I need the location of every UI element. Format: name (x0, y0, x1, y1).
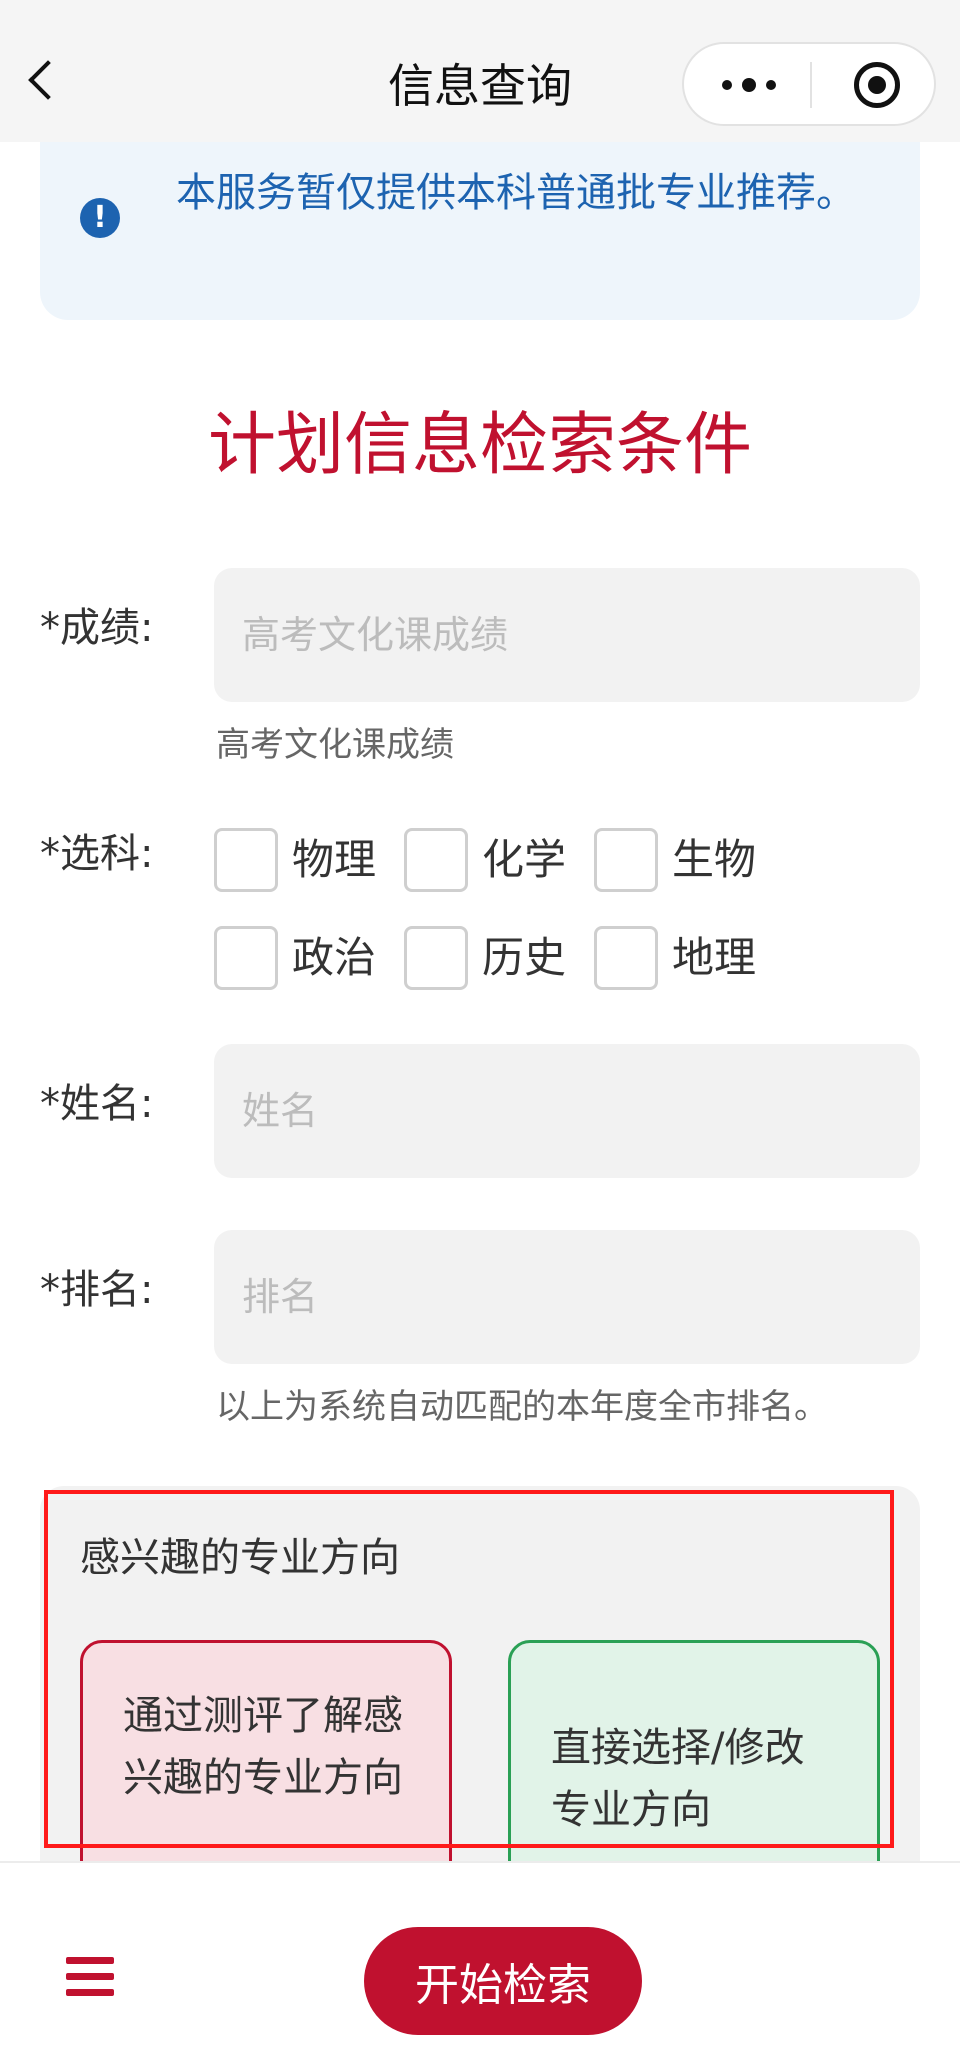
more-icon[interactable] (722, 78, 812, 94)
test-interest-button[interactable]: 通过测评了解感兴趣的专业方向 (80, 1640, 452, 1861)
subject-label-geography[interactable]: 地理 (672, 930, 756, 986)
subject-checkbox-physics[interactable] (214, 828, 278, 892)
score-hint: 高考文化课成绩 (216, 725, 454, 765)
subject-label-chemistry[interactable]: 化学 (482, 832, 566, 888)
section-title: 计划信息检索条件 (207, 406, 752, 485)
interest-title: 感兴趣的专业方向 (80, 1535, 400, 1581)
subject-label-physics[interactable]: 物理 (292, 832, 376, 888)
bottom-bar: 开始检索 (0, 1861, 960, 2060)
subject-checkbox-biology[interactable] (594, 828, 658, 892)
subjects-label: *选科: (40, 831, 154, 877)
select-direction-button[interactable]: 直接选择/修改专业方向 (508, 1640, 880, 1861)
info-icon: ! (80, 198, 120, 238)
rank-hint: 以上为系统自动匹配的本年度全市排名。 (216, 1387, 828, 1427)
subject-label-politics[interactable]: 政治 (292, 930, 376, 986)
name-input[interactable] (214, 1044, 920, 1178)
subject-label-history[interactable]: 历史 (482, 930, 566, 986)
subject-checkbox-politics[interactable] (214, 926, 278, 990)
menu-icon[interactable] (66, 1957, 114, 1997)
capsule-divider (810, 62, 812, 108)
notice-text: 本服务暂仅提供本科普通批专业推荐。 (176, 170, 856, 216)
start-search-button[interactable]: 开始检索 (364, 1927, 642, 2035)
interest-section: 感兴趣的专业方向 通过测评了解感兴趣的专业方向 直接选择/修改专业方向 (40, 1486, 920, 1861)
subject-checkbox-geography[interactable] (594, 926, 658, 990)
notice-banner: ! 本服务暂仅提供本科普通批专业推荐。 (40, 142, 920, 320)
rank-label: *排名: (40, 1267, 154, 1313)
navbar: 信息查询 (0, 0, 960, 142)
subject-checkbox-history[interactable] (404, 926, 468, 990)
name-label: *姓名: (40, 1081, 154, 1127)
score-label: *成绩: (40, 605, 154, 651)
subject-label-biology[interactable]: 生物 (672, 832, 756, 888)
score-input[interactable] (214, 568, 920, 702)
rank-input[interactable] (214, 1230, 920, 1364)
capsule-menu (682, 42, 936, 126)
subject-checkbox-chemistry[interactable] (404, 828, 468, 892)
target-icon[interactable] (854, 62, 900, 108)
